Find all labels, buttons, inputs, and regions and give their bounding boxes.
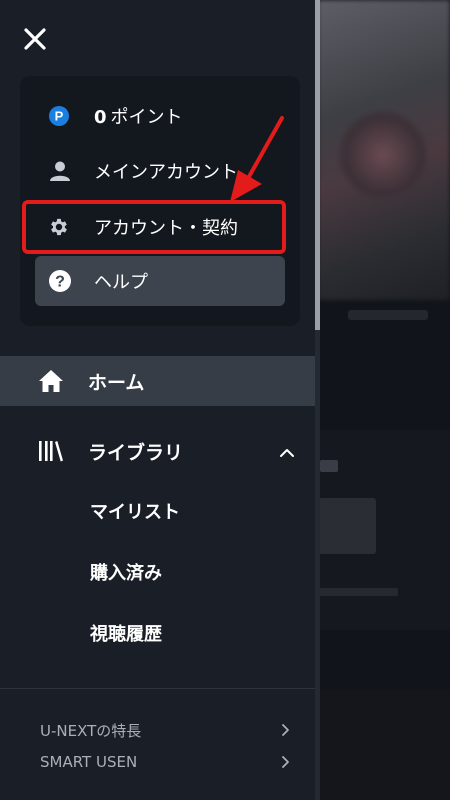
background-card-text	[318, 588, 398, 596]
svg-text:?: ?	[55, 274, 65, 291]
chevron-right-icon	[282, 724, 289, 736]
scrollbar-track	[315, 330, 320, 800]
points-p-icon: P	[49, 106, 69, 126]
home-icon	[39, 370, 63, 392]
account-contract-row[interactable]: アカウント・契約	[20, 200, 300, 254]
sub-item-label: 視聴履歴	[90, 624, 162, 645]
nav-library-label: ライブラリ	[88, 441, 184, 464]
background-bottom	[318, 690, 450, 800]
library-icon	[39, 441, 63, 462]
library-sub-item-history[interactable]: 視聴履歴	[90, 613, 290, 653]
background-card-title	[320, 460, 338, 472]
points-row[interactable]: P 0 ポイント	[20, 89, 300, 143]
background-card	[318, 430, 450, 630]
close-icon	[24, 28, 46, 50]
side-drawer: P 0 ポイント メインアカウント アカウント・契約 ? ヘルプ ホーム ライブ…	[0, 0, 315, 800]
account-contract-label: アカウント・契約	[94, 218, 238, 239]
help-button[interactable]: ? ヘルプ	[35, 256, 285, 306]
close-button[interactable]	[18, 22, 52, 56]
scrollbar-thumb[interactable]	[315, 0, 320, 330]
divider	[0, 688, 315, 689]
points-label: ポイント	[110, 107, 183, 128]
nav-item-home[interactable]: ホーム	[0, 356, 315, 406]
library-sub-item-mylist[interactable]: マイリスト	[90, 491, 290, 531]
background-card-thumb	[318, 498, 376, 554]
help-circle-icon: ?	[49, 270, 71, 292]
sub-item-label: 購入済み	[90, 563, 162, 584]
account-panel: P 0 ポイント メインアカウント アカウント・契約 ? ヘルプ	[20, 76, 300, 326]
background-page	[318, 0, 450, 800]
footer-link-smart-usen[interactable]: SMART USEN	[40, 748, 300, 776]
footer-link-features[interactable]: U-NEXTの特長	[40, 716, 300, 744]
points-value: 0	[94, 107, 107, 128]
help-label: ヘルプ	[94, 272, 148, 293]
background-text	[348, 310, 428, 320]
footer-link-label: U-NEXTの特長	[40, 721, 142, 740]
main-account-label: メインアカウント	[94, 162, 238, 183]
library-sub-item-purchased[interactable]: 購入済み	[90, 552, 290, 592]
chevron-right-icon	[282, 756, 289, 768]
svg-text:P: P	[55, 109, 64, 124]
gear-icon	[51, 218, 67, 236]
nav-home-label: ホーム	[88, 371, 145, 394]
chevron-up-icon[interactable]	[279, 447, 295, 459]
main-account-row[interactable]: メインアカウント	[20, 144, 300, 198]
footer-link-label: SMART USEN	[40, 753, 138, 771]
sub-item-label: マイリスト	[90, 502, 180, 523]
background-hero-image	[318, 0, 450, 300]
nav-item-library[interactable]: ライブラリ	[0, 426, 315, 476]
person-icon	[50, 161, 70, 181]
